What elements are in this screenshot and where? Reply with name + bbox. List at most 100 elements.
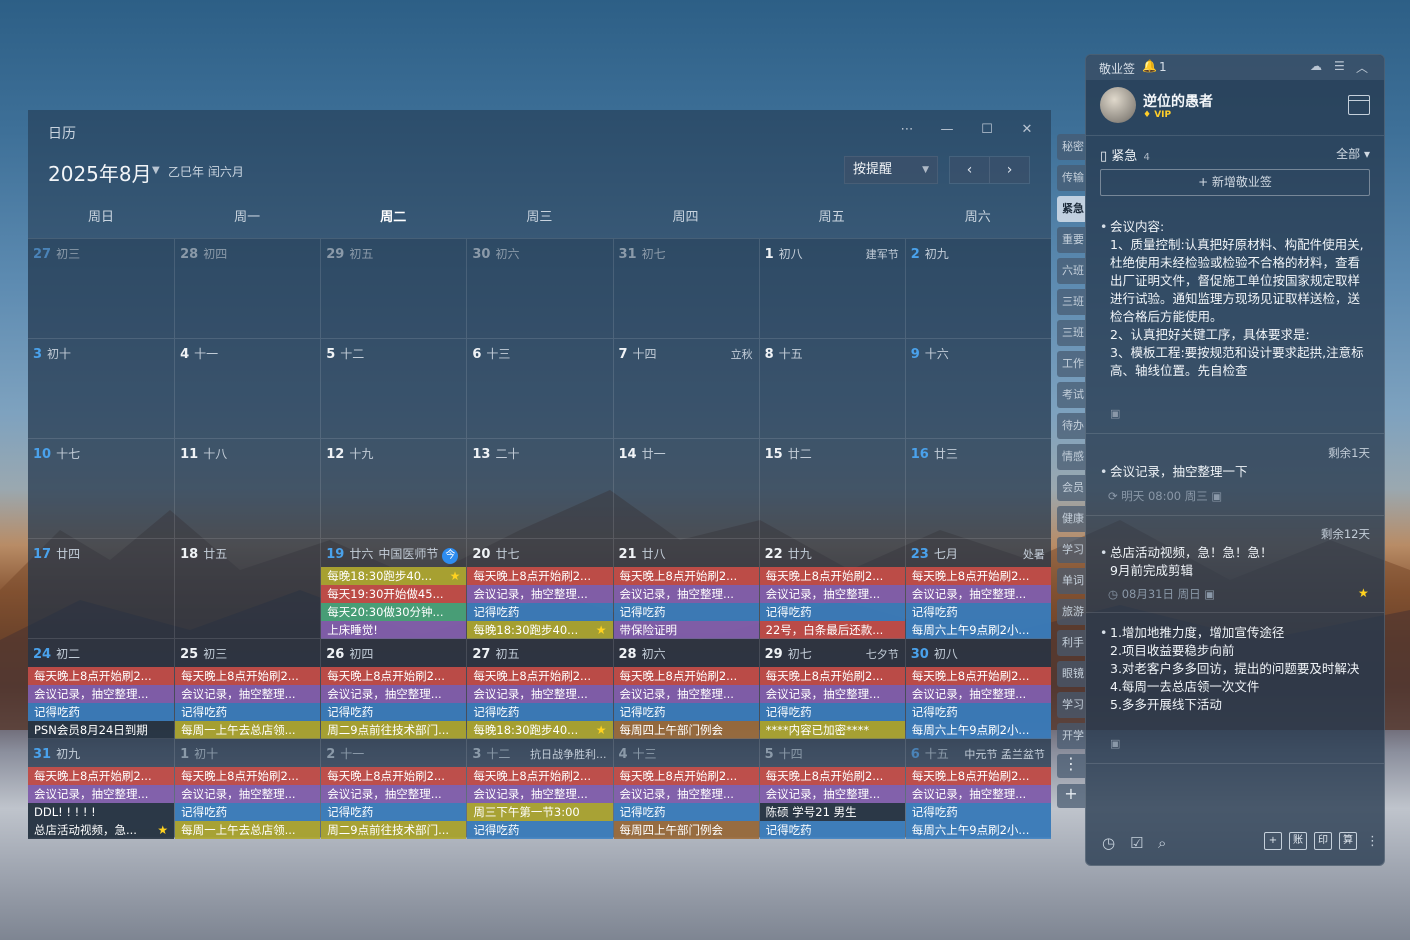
event-item[interactable]: 上床睡觉! (321, 621, 467, 639)
event-item[interactable]: 每周一上午去总店领... (175, 821, 321, 839)
category-tab[interactable]: 情感 (1057, 444, 1085, 470)
category-tab[interactable]: 三班 (1057, 289, 1085, 315)
category-tab[interactable]: 三班 (1057, 320, 1085, 346)
day-cell[interactable]: 12 十九 (320, 438, 467, 538)
event-item[interactable]: 会议记录，抽空整理... (905, 685, 1051, 703)
event-item[interactable]: 会议记录，抽空整理... (175, 785, 321, 803)
day-cell[interactable]: 27 初三 (28, 238, 175, 338)
event-item[interactable]: 记得吃药 (905, 803, 1051, 821)
day-cell[interactable]: 5 十二 (320, 338, 467, 438)
day-cell[interactable]: 30 初八 每天晚上8点开始刷2... 会议记录，抽空整理... 记得吃药 每周六上午9点… (904, 638, 1051, 739)
category-tab[interactable]: 六班 (1057, 258, 1085, 284)
day-cell[interactable]: 30 初六 (466, 238, 613, 338)
event-item[interactable]: 每天晚上8点开始刷2... (175, 767, 321, 785)
next-month-button[interactable]: › (989, 157, 1029, 183)
add-button[interactable]: + (1264, 832, 1282, 850)
event-item[interactable]: 每天晚上8点开始刷2... (321, 667, 467, 685)
event-item[interactable]: ****内容已加密**** (759, 721, 905, 739)
event-item[interactable]: 每天晚上8点开始刷2... (613, 767, 759, 785)
category-tab[interactable]: 待办 (1057, 413, 1085, 439)
event-item[interactable]: 每天晚上8点开始刷2... (467, 767, 613, 785)
chevron-down-icon[interactable]: ▼ (152, 165, 160, 176)
event-item[interactable]: 记得吃药 (613, 703, 759, 721)
event-item[interactable]: 每天晚上8点开始刷2... (905, 567, 1051, 585)
more-icon[interactable]: ⋯ (895, 120, 919, 140)
day-cell[interactable]: 7 十四 立秋 (612, 338, 759, 438)
event-item[interactable]: 会议记录，抽空整理... (321, 685, 467, 703)
category-tab[interactable]: 工作 (1057, 351, 1085, 377)
event-item[interactable]: 每天晚上8点开始刷2... (175, 667, 321, 685)
event-item[interactable]: 每晚18:30跑步40... ★ (467, 621, 613, 639)
event-item[interactable]: 记得吃药 (759, 821, 905, 839)
event-item[interactable]: 记得吃药 (613, 603, 759, 621)
event-item[interactable]: 会议记录，抽空整理... (175, 685, 321, 703)
day-cell[interactable]: 3 初十 (28, 338, 175, 438)
day-cell[interactable]: 16 廿三 (904, 438, 1051, 538)
day-cell[interactable]: 6 十三 (466, 338, 613, 438)
maximize-icon[interactable]: ☐ (975, 120, 999, 140)
event-item[interactable]: 会议记录，抽空整理... (467, 685, 613, 703)
event-item[interactable]: 记得吃药 (467, 821, 613, 839)
category-tab[interactable]: 紧急 (1057, 196, 1085, 222)
day-cell[interactable]: 25 初三 每天晚上8点开始刷2... 会议记录，抽空整理... 记得吃药 每周一上午去总… (174, 638, 321, 739)
event-item[interactable]: 记得吃药 (613, 803, 759, 821)
category-tab[interactable]: 学习 (1057, 692, 1085, 718)
event-item[interactable]: 陈硕 学号21 男生 (759, 803, 905, 821)
month-title[interactable]: 2025年8月 (48, 158, 152, 187)
event-item[interactable]: 每天晚上8点开始刷2... (28, 767, 175, 785)
event-item[interactable]: 记得吃药 (905, 603, 1051, 621)
event-item[interactable]: 会议记录，抽空整理... (321, 785, 467, 803)
event-item[interactable]: 每天晚上8点开始刷2... (905, 767, 1051, 785)
close-icon[interactable]: ✕ (1015, 120, 1039, 140)
event-item[interactable]: 会议记录，抽空整理... (905, 785, 1051, 803)
day-cell[interactable]: 24 初二 每天晚上8点开始刷2... 会议记录，抽空整理... 记得吃药 PSN会员8月… (28, 638, 175, 739)
day-cell[interactable]: 4 十三 每天晚上8点开始刷2... 会议记录，抽空整理... 记得吃药 每周四上午部门例… (612, 738, 759, 839)
event-item[interactable]: 每周六上午9点刷2小... (905, 621, 1051, 639)
event-item[interactable]: 每天晚上8点开始刷2... (28, 667, 175, 685)
event-item[interactable]: DDL! ! ! ! ! (28, 803, 175, 821)
event-item[interactable]: 每天晚上8点开始刷2... (467, 567, 613, 585)
day-cell[interactable]: 17 廿四 (28, 538, 175, 638)
day-cell[interactable]: 11 十八 (174, 438, 321, 538)
event-item[interactable]: 记得吃药 (467, 703, 613, 721)
event-item[interactable]: 记得吃药 (321, 803, 467, 821)
event-item[interactable]: PSN会员8月24日到期 (28, 721, 175, 739)
event-item[interactable]: 每周四上午部门例会 (613, 721, 759, 739)
event-item[interactable]: 每晚18:30跑步40... ★ (321, 567, 467, 585)
menu-icon[interactable]: ☰ (1334, 59, 1345, 73)
day-cell[interactable]: 22 廿九 每天晚上8点开始刷2... 会议记录，抽空整理... 记得吃药 22号，白条最… (758, 538, 905, 639)
category-tab[interactable]: 学习 (1057, 537, 1085, 563)
event-item[interactable]: 会议记录，抽空整理... (759, 685, 905, 703)
done-list-icon[interactable]: ☑ (1130, 834, 1143, 852)
calculator-button[interactable]: 算 (1339, 832, 1357, 850)
event-item[interactable]: 每天晚上8点开始刷2... (905, 667, 1051, 685)
event-item[interactable]: 总店活动视频，急... ★ (28, 821, 175, 839)
category-tab[interactable]: 重要 (1057, 227, 1085, 253)
day-cell[interactable]: 10 十七 (28, 438, 175, 538)
calendar-icon[interactable] (1348, 95, 1370, 115)
event-item[interactable]: 每天20:30做30分钟... (321, 603, 467, 621)
day-cell[interactable]: 31 初九 每天晚上8点开始刷2... 会议记录，抽空整理... DDL! ! ! ! … (28, 738, 175, 839)
day-cell[interactable]: 21 廿八 每天晚上8点开始刷2... 会议记录，抽空整理... 记得吃药 带保险证明 (612, 538, 759, 639)
category-tab[interactable]: 开学 (1057, 723, 1085, 749)
category-tab[interactable]: 眼镜 (1057, 661, 1085, 687)
avatar[interactable] (1100, 87, 1136, 123)
event-item[interactable]: 记得吃药 (175, 803, 321, 821)
day-cell[interactable]: 29 初七 七夕节 每天晚上8点开始刷2... 会议记录，抽空整理... 记得吃药 ****… (758, 638, 905, 739)
event-item[interactable]: 会议记录，抽空整理... (28, 785, 175, 803)
new-note-button[interactable]: + 新增敬业签 (1100, 169, 1370, 196)
filter-select[interactable]: 全部 ▾ (1336, 145, 1370, 162)
note-item[interactable]: • 总店活动视频，急！急！急！ 9月前完成剪辑 (1100, 544, 1372, 580)
category-tab[interactable]: 会员 (1057, 475, 1085, 501)
event-item[interactable]: 记得吃药 (905, 703, 1051, 721)
category-tab[interactable]: 利手 (1057, 630, 1085, 656)
clock-icon[interactable]: ◷ (1102, 834, 1115, 852)
event-item[interactable]: 22号，白条最后还款... (759, 621, 905, 639)
event-item[interactable]: 每天晚上8点开始刷2... (321, 767, 467, 785)
view-mode-select[interactable]: 按提醒 ▼ (844, 156, 938, 184)
event-item[interactable]: 会议记录，抽空整理... (759, 785, 905, 803)
more-tabs-icon[interactable]: ⋮ (1057, 754, 1085, 778)
category-tab[interactable]: 传输 (1057, 165, 1085, 191)
category-tab[interactable]: 健康 (1057, 506, 1085, 532)
day-cell[interactable]: 2 初九 (904, 238, 1051, 338)
